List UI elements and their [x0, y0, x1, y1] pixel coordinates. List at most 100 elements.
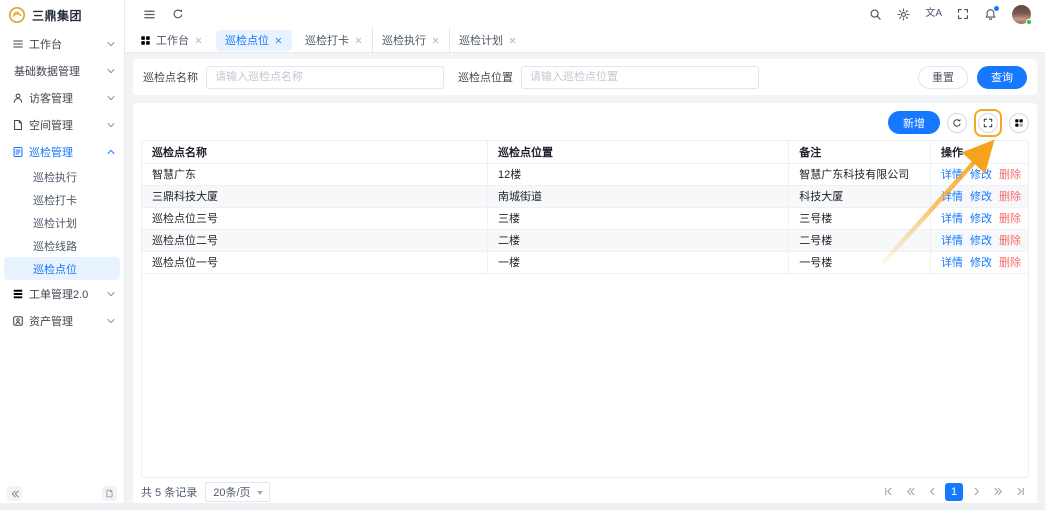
prev-group-button[interactable]	[901, 483, 919, 501]
double-chevron-left-icon	[10, 489, 20, 499]
cell-name: 巡检点位三号	[142, 207, 489, 230]
sidebar-item-inspection[interactable]: 巡检管理	[0, 138, 124, 165]
sidebar-footer	[7, 486, 117, 501]
panel-toggle-button[interactable]	[102, 486, 117, 501]
close-icon[interactable]	[354, 36, 363, 45]
cell-location: 一楼	[487, 251, 790, 274]
tab-inspection-checkin[interactable]: 巡检打卡	[296, 28, 372, 53]
fullscreen-icon[interactable]	[957, 8, 969, 20]
point-location-label: 巡检点位置	[458, 72, 513, 84]
brand-header: 三鼎集团	[0, 0, 124, 30]
close-icon[interactable]	[274, 36, 283, 45]
edit-link[interactable]: 修改	[970, 257, 992, 269]
sidebar-item-label: 巡检线路	[33, 240, 77, 253]
sidebar-item-label: 巡检点位	[33, 263, 77, 276]
first-page-button[interactable]	[879, 483, 897, 501]
settings-gear-icon[interactable]	[897, 8, 910, 21]
sidebar-item-inspection-route[interactable]: 巡检线路	[0, 234, 124, 257]
search-icon[interactable]	[869, 8, 882, 21]
sidebar-item-asset[interactable]: 资产管理	[0, 307, 124, 334]
detail-link[interactable]: 详情	[941, 191, 963, 203]
cell-remark: 科技大厦	[788, 185, 932, 208]
inspection-icon	[12, 146, 24, 158]
sidebar-item-workorder[interactable]: 工单管理2.0	[0, 280, 124, 307]
tab-inspection-plan[interactable]: 巡检计划	[449, 27, 526, 53]
sidebar-item-inspection-plan[interactable]: 巡检计划	[0, 211, 124, 234]
online-status-dot	[1026, 18, 1032, 25]
page-content: 巡检点名称 巡检点位置 重置 查询 新增	[125, 53, 1045, 510]
bottom-strip	[0, 503, 1045, 510]
dashboard-icon	[12, 38, 24, 50]
table-row: 巡检点位三号 三楼 三号楼 详情 修改 删除	[142, 207, 1028, 230]
delete-link[interactable]: 删除	[999, 235, 1021, 247]
notification-dot	[994, 5, 999, 11]
delete-link[interactable]: 删除	[999, 257, 1021, 269]
sidebar-item-label: 空间管理	[29, 119, 73, 132]
chevron-up-icon	[106, 147, 116, 157]
column-header-actions: 操作	[930, 141, 1028, 164]
detail-link[interactable]: 详情	[941, 257, 963, 269]
notification-bell-icon[interactable]	[984, 5, 999, 21]
point-name-input[interactable]	[206, 65, 444, 89]
sidebar-item-label: 工单管理2.0	[29, 288, 89, 301]
detail-link[interactable]: 详情	[941, 213, 963, 225]
edit-link[interactable]: 修改	[970, 191, 992, 203]
point-location-input[interactable]	[521, 65, 759, 89]
sidebar-item-inspection-execute[interactable]: 巡检执行	[0, 165, 124, 188]
first-page-icon	[883, 486, 894, 497]
sidebar-item-base-data[interactable]: 基础数据管理	[0, 57, 124, 84]
edit-link[interactable]: 修改	[970, 169, 992, 181]
sidebar-item-inspection-checkin[interactable]: 巡检打卡	[0, 188, 124, 211]
next-group-button[interactable]	[989, 483, 1007, 501]
refresh-table-icon[interactable]	[947, 112, 967, 133]
page-number-current[interactable]: 1	[945, 482, 963, 501]
cell-remark: 一号楼	[788, 251, 932, 274]
cell-name: 智慧广东	[142, 163, 489, 186]
query-button[interactable]: 查询	[977, 65, 1027, 89]
refresh-page-icon[interactable]	[172, 8, 184, 20]
double-chevron-left-icon	[905, 486, 916, 497]
tab-inspection-point[interactable]: 巡检点位	[216, 29, 292, 51]
edit-link[interactable]: 修改	[970, 235, 992, 247]
column-settings-icon[interactable]	[1009, 112, 1029, 133]
detail-link[interactable]: 详情	[941, 235, 963, 247]
close-icon[interactable]	[508, 36, 517, 45]
visitor-icon	[12, 92, 24, 104]
edit-link[interactable]: 修改	[970, 213, 992, 225]
menu-collapse-icon[interactable]	[143, 8, 156, 21]
delete-link[interactable]: 删除	[999, 213, 1021, 225]
chevron-down-icon	[106, 289, 116, 299]
close-icon[interactable]	[431, 36, 440, 45]
app-window: 三鼎集团 工作台 基础数据管理 访客管理 空间管理 巡检管理 巡检执行 巡检打卡…	[0, 0, 1045, 510]
company-name: 三鼎集团	[32, 8, 83, 23]
close-icon[interactable]	[194, 36, 203, 45]
translate-icon[interactable]: 文A	[925, 9, 942, 19]
header-actions: 文A	[869, 4, 1032, 25]
chevron-down-icon	[106, 66, 116, 76]
sidebar-item-inspection-point[interactable]: 巡检点位	[4, 257, 120, 280]
next-page-button[interactable]	[967, 483, 985, 501]
delete-link[interactable]: 删除	[999, 191, 1021, 203]
table-row: 巡检点位二号 二楼 二号楼 详情 修改 删除	[142, 229, 1028, 252]
reset-button[interactable]: 重置	[918, 65, 968, 89]
table-card: 新增 巡检点名称 巡检点位置 备注 操作 智慧广东 12楼 智慧广东科技有限公司…	[133, 103, 1037, 510]
last-page-button[interactable]	[1011, 483, 1029, 501]
cell-name: 巡检点位二号	[142, 229, 489, 252]
sidebar-item-visitor[interactable]: 访客管理	[0, 84, 124, 111]
chevron-down-icon	[106, 93, 116, 103]
tab-workbench[interactable]: 工作台	[131, 28, 212, 53]
prev-page-button[interactable]	[923, 483, 941, 501]
sidebar-item-workbench[interactable]: 工作台	[0, 30, 124, 57]
sidebar-item-label: 工作台	[29, 38, 62, 51]
detail-link[interactable]: 详情	[941, 169, 963, 181]
user-avatar[interactable]	[1012, 4, 1032, 25]
cell-remark: 三号楼	[788, 207, 932, 230]
page-size-select[interactable]: 20条/页	[205, 481, 270, 502]
delete-link[interactable]: 删除	[999, 169, 1021, 181]
add-button[interactable]: 新增	[888, 111, 940, 134]
fullscreen-table-icon[interactable]	[978, 112, 998, 133]
tab-inspection-execute[interactable]: 巡检执行	[372, 27, 449, 53]
collapse-sidebar-button[interactable]	[7, 486, 22, 501]
column-header-location: 巡检点位置	[487, 141, 790, 164]
sidebar-item-space[interactable]: 空间管理	[0, 111, 124, 138]
